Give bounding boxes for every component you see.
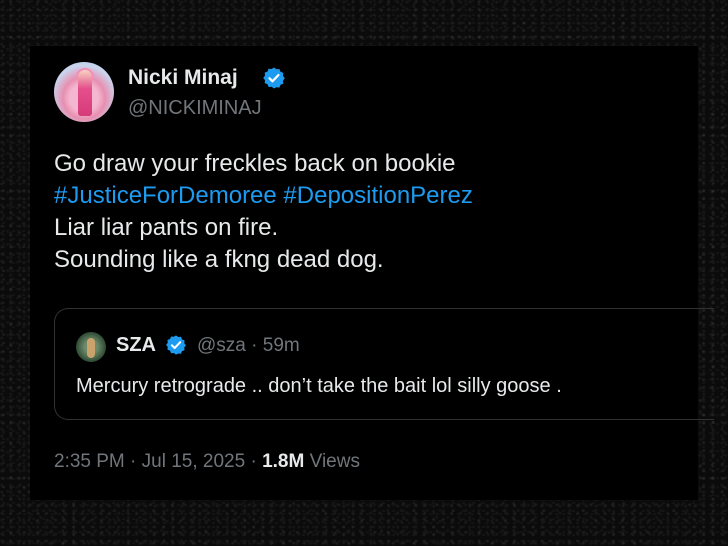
quoted-meta: @sza · 59m	[197, 333, 300, 359]
quoted-author-name[interactable]: SZA	[116, 332, 156, 358]
tweet-footer: 2:35 PM · Jul 15, 2025 · 1.8M Views	[54, 449, 360, 475]
avatar-figure	[87, 338, 95, 358]
tweet-date[interactable]: Jul 15, 2025	[142, 451, 246, 472]
author-display-name[interactable]: Nicki Minaj	[128, 65, 238, 91]
hashtag-link[interactable]: #DepositionPerez	[283, 182, 472, 209]
tweet-line: Go draw your freckles back on bookie	[54, 150, 456, 177]
hashtag-line: #JusticeForDemoree #DepositionPerez	[54, 180, 473, 212]
views-count[interactable]: 1.8M	[262, 451, 304, 472]
views-label: Views	[309, 451, 360, 472]
author-handle[interactable]: @NICKIMINAJ	[128, 96, 262, 120]
tweet-card[interactable]: Nicki Minaj @NICKIMINAJ Go draw your fre…	[30, 46, 714, 500]
verified-badge-icon	[263, 67, 285, 89]
tweet-line: Liar liar pants on fire.	[54, 214, 279, 241]
tweet-line: Sounding like a fkng dead dog.	[54, 246, 384, 273]
quoted-author-handle[interactable]: @sza	[197, 335, 246, 356]
quoted-text: Mercury retrograde .. don’t take the bai…	[76, 375, 562, 397]
verified-badge-icon	[166, 335, 186, 355]
tweet-text: Go draw your freckles back on bookie #Ju…	[54, 148, 473, 276]
meta-separator: ·	[251, 335, 258, 356]
quoted-tweet[interactable]: SZA @sza · 59m Mercury retrograde .. don…	[54, 308, 714, 420]
author-avatar[interactable]	[54, 62, 114, 122]
footer-separator: ·	[130, 451, 137, 472]
quoted-age[interactable]: 59m	[263, 335, 300, 356]
tweet-time[interactable]: 2:35 PM	[54, 451, 125, 472]
avatar-figure	[78, 70, 92, 116]
quoted-author-avatar[interactable]	[76, 332, 106, 362]
footer-separator: ·	[250, 451, 257, 472]
hashtag-link[interactable]: #JusticeForDemoree	[54, 182, 277, 209]
